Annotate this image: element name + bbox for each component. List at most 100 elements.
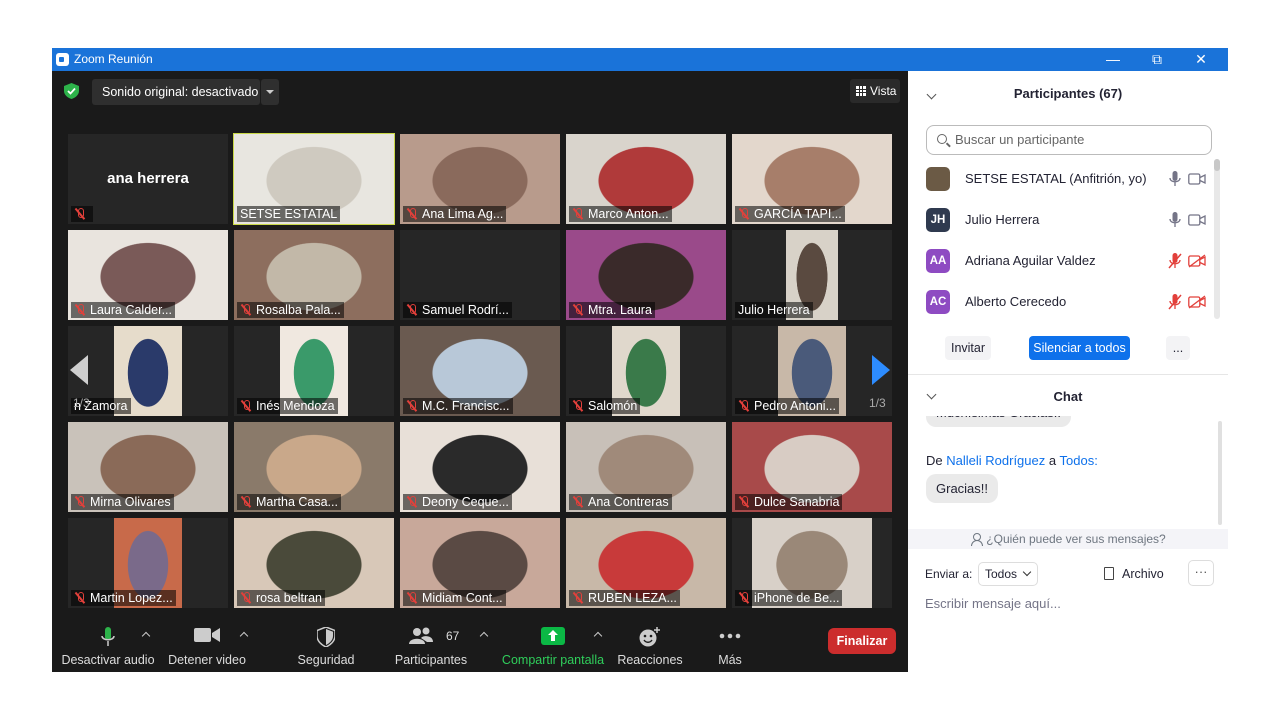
reactions-label: Reacciones: [617, 653, 683, 667]
video-tile[interactable]: Rosalba Pala...: [234, 230, 394, 320]
panel-divider: [908, 374, 1228, 375]
video-tile[interactable]: SETSE ESTATAL: [233, 133, 395, 225]
audio-options-caret-icon[interactable]: [142, 631, 150, 639]
who-can-see-messages[interactable]: ¿Quién puede ver sus mensajes?: [908, 529, 1228, 549]
participants-more-button[interactable]: ...: [1166, 336, 1190, 360]
participant-name: rosa beltran: [256, 591, 323, 605]
microphone-icon[interactable]: [1168, 171, 1182, 187]
restore-button[interactable]: ⧉: [1134, 48, 1180, 71]
more-options-button[interactable]: Más: [702, 617, 758, 672]
participant-name: iPhone de Be...: [754, 591, 840, 605]
video-tile[interactable]: Ana Lima Ag...: [400, 134, 560, 224]
muted-mic-icon: [738, 400, 750, 412]
video-tile[interactable]: ana herrera: [68, 134, 228, 224]
microphone-icon[interactable]: [1168, 212, 1182, 228]
share-options-caret-icon[interactable]: [594, 631, 602, 639]
stop-video-button[interactable]: Detener video: [162, 617, 252, 672]
to-word: a: [1048, 453, 1057, 468]
video-options-caret-icon[interactable]: [240, 631, 248, 639]
stop-video-label: Detener video: [168, 653, 246, 667]
video-tile[interactable]: Midiam Cont...: [400, 518, 560, 608]
participant-list-scrollbar[interactable]: [1214, 159, 1220, 171]
participants-options-caret-icon[interactable]: [480, 631, 488, 639]
video-tile[interactable]: rosa beltran: [234, 518, 394, 608]
muted-mic-icon[interactable]: [1168, 253, 1182, 269]
mute-all-button[interactable]: Silenciar a todos: [1029, 336, 1130, 360]
video-tile[interactable]: Martha Casa...: [234, 422, 394, 512]
close-button[interactable]: ✕: [1178, 48, 1224, 71]
video-tile[interactable]: Pedro Antoni...: [732, 326, 892, 416]
chat-message-sender: De Nalleli Rodríguez a Todos:: [926, 453, 1098, 468]
share-screen-button[interactable]: Compartir pantalla: [500, 617, 606, 672]
video-off-icon[interactable]: [1188, 254, 1206, 268]
more-label: Más: [718, 653, 742, 667]
participant-search-input[interactable]: Buscar un participante: [926, 125, 1212, 155]
encryption-shield-icon[interactable]: [64, 83, 79, 99]
participant-name: Deony Ceque...: [422, 495, 509, 509]
participant-list-scrollbar-track[interactable]: [1214, 159, 1220, 319]
video-tile[interactable]: iPhone de Be...: [732, 518, 892, 608]
participant-display-name: ana herrera: [107, 170, 189, 187]
video-camera-icon[interactable]: [1188, 172, 1206, 186]
security-shield-icon: [317, 627, 335, 647]
minimize-button[interactable]: —: [1090, 48, 1136, 71]
video-off-icon[interactable]: [1188, 295, 1206, 309]
video-tile[interactable]: Samuel Rodrí...: [400, 230, 560, 320]
search-icon: [937, 134, 947, 144]
video-tile[interactable]: Inés Mendoza: [234, 326, 394, 416]
participant-row[interactable]: AC Alberto Cerecedo: [926, 288, 1210, 316]
recipient-name-link[interactable]: Todos:: [1060, 453, 1098, 468]
view-button[interactable]: Vista: [850, 79, 900, 103]
send-to-label: Enviar a:: [925, 567, 973, 581]
mute-audio-button[interactable]: Desactivar audio: [58, 617, 158, 672]
muted-mic-icon[interactable]: [1168, 294, 1182, 310]
participant-row[interactable]: JH Julio Herrera: [926, 206, 1210, 234]
video-tile[interactable]: Dulce Sanabria: [732, 422, 892, 512]
participant-name: RUBEN LEZA...: [588, 591, 677, 605]
video-tile[interactable]: Mtra. Laura: [566, 230, 726, 320]
participant-name-label: Julio Herrera: [735, 302, 813, 318]
muted-mic-icon: [240, 592, 252, 604]
original-sound-button[interactable]: Sonido original: desactivado: [92, 79, 260, 105]
next-page-arrow-icon[interactable]: [872, 355, 890, 385]
grid-view-icon: [856, 86, 866, 96]
video-tile[interactable]: Laura Calder...: [68, 230, 228, 320]
participant-name: Martin Lopez...: [90, 591, 173, 605]
video-tile[interactable]: GARCÍA TAPI...: [732, 134, 892, 224]
end-meeting-button[interactable]: Finalizar: [828, 628, 896, 654]
file-button[interactable]: Archivo: [1104, 567, 1164, 581]
video-tile[interactable]: n Zamora: [68, 326, 228, 416]
original-sound-dropdown[interactable]: [261, 79, 279, 105]
security-label: Seguridad: [297, 653, 355, 667]
video-tile[interactable]: Martin Lopez...: [68, 518, 228, 608]
chat-message-input[interactable]: Escribir mensaje aquí...: [925, 596, 1061, 611]
participant-name-label: Ana Contreras: [569, 494, 672, 510]
video-tile[interactable]: M.C. Francisc...: [400, 326, 560, 416]
participants-label: Participantes: [394, 653, 468, 667]
chat-scrollbar[interactable]: [1218, 421, 1222, 525]
participant-name-label: Marco Anton...: [569, 206, 672, 222]
security-button[interactable]: Seguridad: [288, 617, 364, 672]
video-camera-icon[interactable]: [1188, 213, 1206, 227]
reactions-button[interactable]: Reacciones: [614, 617, 686, 672]
video-tile[interactable]: Julio Herrera: [732, 230, 892, 320]
participant-name-label: Ana Lima Ag...: [403, 206, 507, 222]
participant-name: M.C. Francisc...: [422, 399, 510, 413]
send-to-select[interactable]: Todos: [978, 562, 1038, 586]
sender-name-link[interactable]: Nalleli Rodríguez: [946, 453, 1045, 468]
participant-row[interactable]: SETSE ESTATAL (Anfitrión, yo): [926, 165, 1210, 193]
video-tile[interactable]: Salomón: [566, 326, 726, 416]
invite-button[interactable]: Invitar: [945, 336, 991, 360]
video-tile[interactable]: Mirna Olivares: [68, 422, 228, 512]
video-tile[interactable]: Ana Contreras: [566, 422, 726, 512]
muted-mic-icon: [240, 400, 252, 412]
previous-page-arrow-icon[interactable]: [70, 355, 88, 385]
participant-row[interactable]: AA Adriana Aguilar Valdez: [926, 247, 1210, 275]
video-tile[interactable]: Deony Ceque...: [400, 422, 560, 512]
participants-button[interactable]: 67 Participantes: [390, 617, 472, 672]
participant-name-label: RUBEN LEZA...: [569, 590, 680, 606]
video-tile[interactable]: RUBEN LEZA...: [566, 518, 726, 608]
chat-more-button[interactable]: ···: [1188, 560, 1214, 586]
participant-name: Ana Contreras: [588, 495, 669, 509]
video-tile[interactable]: Marco Anton...: [566, 134, 726, 224]
